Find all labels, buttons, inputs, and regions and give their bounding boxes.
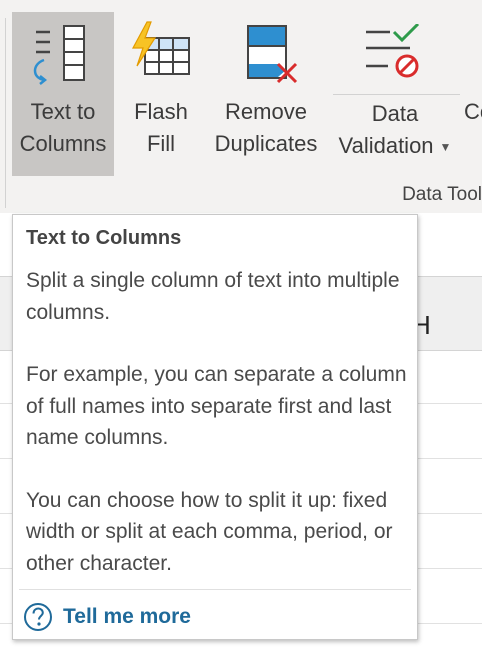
label-line: Flash: [134, 99, 188, 124]
consolidate-label: Co: [464, 96, 482, 128]
text-to-columns-label: Text to Columns: [12, 96, 114, 160]
remove-duplicates-label: Remove Duplicates: [208, 96, 324, 160]
text-to-columns-button[interactable]: Text to Columns: [12, 12, 114, 176]
label-line: Remove: [225, 99, 307, 124]
remove-duplicates-icon: [247, 25, 298, 84]
tooltip-paragraph: For example, you can separate a column o…: [26, 363, 407, 449]
flash-fill-label: Flash Fill: [121, 96, 201, 160]
tell-me-more-link[interactable]: Tell me more: [23, 600, 191, 634]
label-line: Duplicates: [214, 131, 318, 156]
label-text: Validation: [338, 133, 434, 158]
divider: [19, 589, 411, 590]
group-label: Data Tool: [402, 184, 482, 205]
label-line: Validation ▼: [330, 130, 460, 163]
help-circle-icon: [24, 603, 52, 631]
flash-fill-icon: [131, 21, 190, 75]
ribbon: Text to Columns Flash Fill Remove Duplic…: [0, 0, 482, 214]
data-validation-icon: [366, 24, 420, 78]
data-validation-label: Data Validation ▼: [330, 98, 460, 163]
tooltip: Text to Columns Split a single column of…: [12, 214, 418, 640]
ribbon-divider: [5, 18, 6, 208]
label-line: Columns: [19, 131, 107, 156]
consolidate-button[interactable]: Co: [458, 12, 482, 176]
tooltip-title: Text to Columns: [26, 227, 182, 249]
remove-duplicates-button[interactable]: Remove Duplicates: [208, 12, 324, 176]
text-to-columns-icon: [33, 25, 85, 85]
label-line: Text to: [30, 99, 96, 124]
tell-me-more-label: Tell me more: [63, 605, 191, 628]
label-line: Co: [464, 99, 482, 124]
tooltip-paragraph: Split a single column of text into multi…: [26, 269, 400, 324]
label-line: Fill: [146, 131, 176, 156]
tooltip-paragraph: You can choose how to split it up: fixed…: [26, 488, 393, 575]
data-validation-button[interactable]: Data Validation ▼: [330, 12, 460, 176]
flash-fill-button[interactable]: Flash Fill: [121, 12, 201, 176]
dropdown-caret-icon: ▼: [439, 140, 452, 155]
label-line: Data: [371, 101, 419, 126]
tooltip-body: Split a single column of text into multi…: [26, 265, 411, 610]
